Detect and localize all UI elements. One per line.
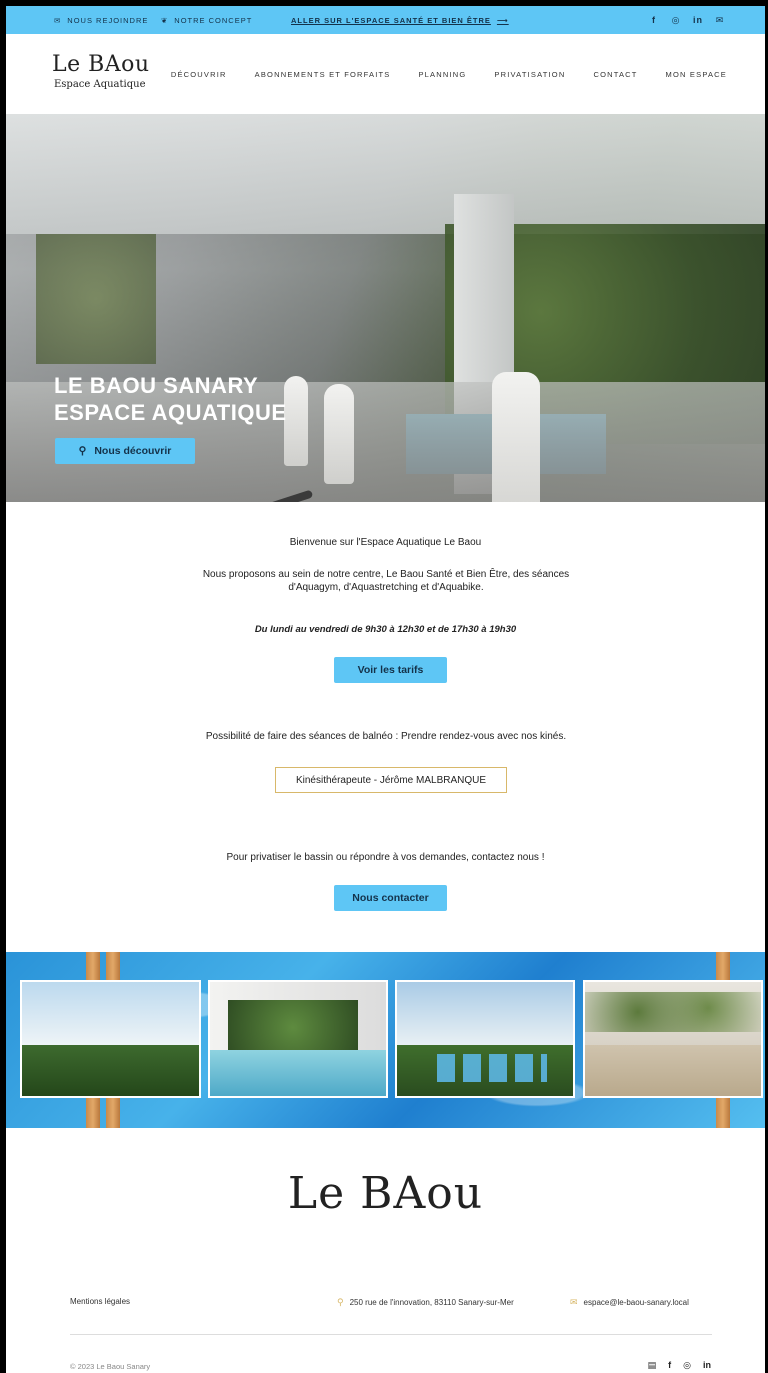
copyright: © 2023 Le Baou Sanary	[70, 1362, 151, 1371]
hero-person	[492, 372, 540, 502]
mail-icon[interactable]: ✉	[715, 15, 725, 25]
page: ✉ NOUS REJOINDRE ❦ NOTRE CONCEPT ALLER S…	[6, 6, 765, 1373]
footer-address: ⚲ 250 rue de l'innovation, 83110 Sanary-…	[337, 1297, 514, 1308]
legal-link[interactable]: Mentions légales	[70, 1297, 130, 1306]
footer-divider	[70, 1334, 712, 1335]
nav-decouvrir[interactable]: DÉCOUVRIR	[171, 70, 227, 79]
kine-button[interactable]: Kinésithérapeute - Jérôme MALBRANQUE	[275, 767, 507, 793]
footer-social: ▤ f ◎ in	[648, 1360, 711, 1371]
gallery-image-terrace[interactable]	[395, 980, 575, 1098]
header: Le BAou Espace Aquatique DÉCOUVRIR ABONN…	[6, 34, 765, 114]
leaf-icon: ❦	[161, 15, 169, 25]
linkedin-icon[interactable]: in	[703, 1360, 711, 1371]
footer: Le BAou Mentions légales ⚲ 250 rue de l'…	[6, 1128, 765, 1373]
envelope-icon: ✉	[54, 15, 62, 25]
balneo-text: Possibilité de faire des séances de baln…	[205, 731, 567, 742]
linkedin-icon[interactable]: in	[693, 15, 703, 25]
gallery-image-lounge[interactable]	[583, 980, 763, 1098]
intro-text: Nous proposons au sein de notre centre, …	[202, 569, 570, 593]
logo-sub: Espace Aquatique	[54, 79, 146, 90]
footer-email[interactable]: ✉ espace@le-baou-sanary.local	[570, 1297, 689, 1308]
instagram-icon[interactable]: ◎	[671, 15, 681, 25]
hero-green-wall-left	[36, 234, 156, 364]
logo[interactable]: Le BAou Espace Aquatique	[52, 52, 150, 90]
email-text: espace@le-baou-sanary.local	[583, 1298, 689, 1307]
concept-label: NOTRE CONCEPT	[174, 15, 253, 25]
join-label: NOUS REJOINDRE	[67, 15, 149, 25]
discover-button[interactable]: ⚲ Nous découvrir	[55, 438, 195, 464]
search-icon: ⚲	[78, 445, 87, 457]
facebook-icon[interactable]: f	[649, 15, 659, 25]
hero-person	[324, 384, 354, 484]
legal-link-label: Mentions légales	[70, 1297, 131, 1306]
join-link[interactable]: ✉ NOUS REJOINDRE	[54, 16, 148, 25]
nav-privatisation[interactable]: PRIVATISATION	[494, 70, 565, 79]
privatize-text: Pour privatiser le bassin ou répondre à …	[226, 852, 545, 863]
mail-icon: ✉	[570, 1297, 578, 1307]
nav-contact[interactable]: CONTACT	[593, 70, 637, 79]
welcome-text: Bienvenue sur l'Espace Aquatique Le Baou	[289, 537, 482, 548]
hero-title: LE BAOU SANARY ESPACE AQUATIQUE	[54, 372, 287, 426]
topbar-social: f ◎ in ✉	[649, 15, 725, 26]
hero-title-line1: LE BAOU SANARY	[54, 373, 259, 398]
footer-logo: Le BAou	[287, 1168, 484, 1219]
nav-abonnements[interactable]: ABONNEMENTS ET FORFAITS	[255, 70, 391, 79]
concept-link[interactable]: ❦ NOTRE CONCEPT	[161, 16, 252, 25]
main-nav: DÉCOUVRIR ABONNEMENTS ET FORFAITS PLANNI…	[171, 70, 727, 79]
gallery-image-pool[interactable]	[208, 980, 388, 1098]
wellness-space-link[interactable]: ALLER SUR L'ESPACE SANTÉ ET BIEN ÊTRE ⟶	[291, 16, 509, 25]
discover-button-label: Nous découvrir	[94, 445, 172, 457]
hero-banner: LE BAOU SANARY ESPACE AQUATIQUE ⚲ Nous d…	[6, 114, 765, 502]
logo-main: Le BAou	[52, 52, 150, 77]
address-text: 250 rue de l'innovation, 83110 Sanary-su…	[349, 1298, 514, 1307]
contact-button[interactable]: Nous contacter	[334, 885, 447, 911]
hero-person	[284, 376, 308, 466]
opening-hours: Du lundi au vendredi de 9h30 à 12h30 et …	[254, 624, 517, 635]
nav-mon-espace[interactable]: MON ESPACE	[666, 70, 727, 79]
arrow-right-icon: ⟶	[496, 15, 509, 25]
facebook-icon[interactable]: f	[668, 1360, 671, 1371]
calendar-icon[interactable]: ▤	[648, 1360, 657, 1371]
main-content: Bienvenue sur l'Espace Aquatique Le Baou…	[6, 502, 765, 952]
location-pin-icon: ⚲	[337, 1297, 344, 1307]
hero-title-line2: ESPACE AQUATIQUE	[54, 400, 287, 425]
gallery-image-garden[interactable]	[20, 980, 201, 1098]
hero-ceiling	[6, 114, 765, 234]
photo-gallery	[6, 952, 765, 1128]
instagram-icon[interactable]: ◎	[683, 1360, 691, 1371]
wellness-link-label: ALLER SUR L'ESPACE SANTÉ ET BIEN ÊTRE	[291, 15, 491, 25]
tarifs-button[interactable]: Voir les tarifs	[334, 657, 447, 683]
top-bar: ✉ NOUS REJOINDRE ❦ NOTRE CONCEPT ALLER S…	[6, 6, 765, 34]
nav-planning[interactable]: PLANNING	[418, 70, 466, 79]
